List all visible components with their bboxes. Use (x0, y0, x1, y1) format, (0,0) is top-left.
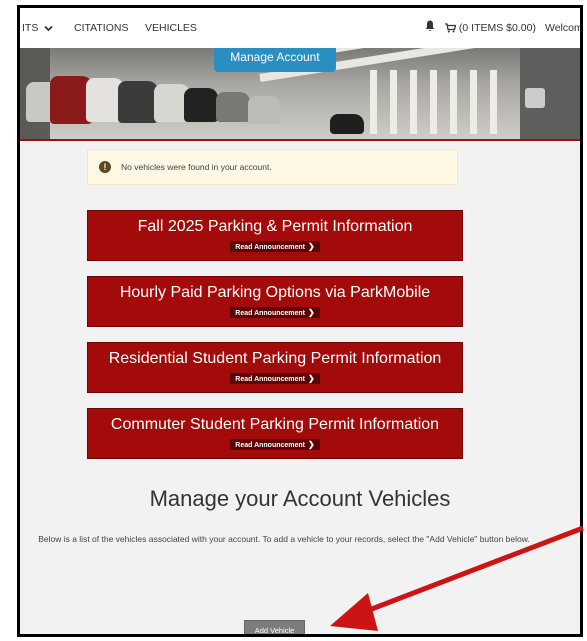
no-vehicles-alert: ! No vehicles were found in your account… (87, 149, 458, 185)
vehicles-description: Below is a list of the vehicles associat… (38, 534, 530, 544)
read-announcement-button[interactable]: Read Announcement ❯ (230, 439, 320, 450)
bell-icon[interactable] (425, 20, 435, 35)
announcement-title: Fall 2025 Parking & Permit Information (137, 218, 413, 235)
announcement-title: Hourly Paid Parking Options via ParkMobi… (119, 284, 431, 301)
top-navigation: ITS CITATIONS VEHICLES (0 ITEMS $0.00) W… (20, 8, 580, 48)
chevron-down-icon (44, 25, 53, 31)
cart-icon (445, 23, 457, 33)
read-announcement-button[interactable]: Read Announcement ❯ (230, 307, 320, 318)
add-vehicle-button[interactable]: Add Vehicle (244, 620, 305, 634)
announcement-parkmobile[interactable]: Hourly Paid Parking Options via ParkMobi… (87, 276, 463, 327)
browser-frame: ITS CITATIONS VEHICLES (0 ITEMS $0.00) W… (17, 5, 583, 637)
nav-item-citations[interactable]: CITATIONS (74, 22, 128, 34)
announcement-fall-2025[interactable]: Fall 2025 Parking & Permit Information R… (87, 210, 463, 261)
announcement-title: Residential Student Parking Permit Infor… (108, 350, 442, 367)
chevron-right-icon: ❯ (308, 308, 315, 317)
welcome-menu[interactable]: Welcome (545, 22, 580, 34)
announcement-residential-permit[interactable]: Residential Student Parking Permit Infor… (87, 342, 463, 393)
announcement-title: Commuter Student Parking Permit Informat… (110, 416, 440, 433)
nav-item-permits[interactable]: ITS (22, 22, 53, 34)
read-announcement-button[interactable]: Read Announcement ❯ (230, 241, 320, 252)
chevron-right-icon: ❯ (308, 374, 315, 383)
manage-account-button[interactable]: Manage Account (214, 48, 336, 72)
exclamation-icon: ! (99, 161, 111, 173)
chevron-right-icon: ❯ (308, 440, 315, 449)
read-announcement-button[interactable]: Read Announcement ❯ (230, 373, 320, 384)
cart-link[interactable]: (0 ITEMS $0.00) (445, 22, 536, 34)
alert-message: No vehicles were found in your account. (121, 162, 272, 172)
page-title: Manage your Account Vehicles (149, 486, 451, 511)
announcement-commuter-permit[interactable]: Commuter Student Parking Permit Informat… (87, 408, 463, 459)
nav-item-vehicles[interactable]: VEHICLES (145, 22, 197, 34)
chevron-right-icon: ❯ (308, 242, 315, 251)
